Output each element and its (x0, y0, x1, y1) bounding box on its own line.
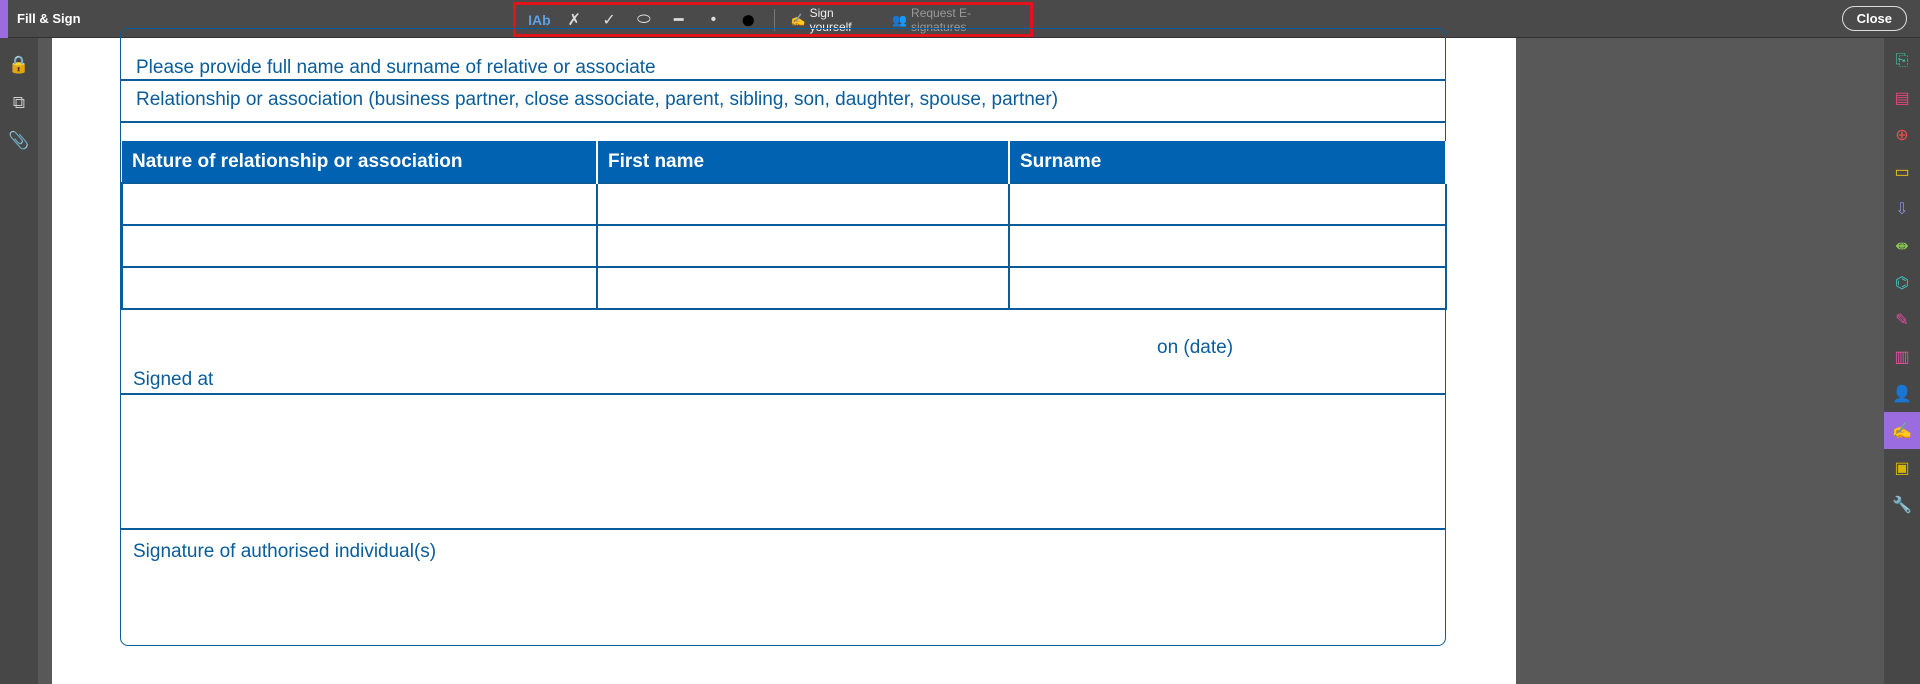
combine-files-icon[interactable]: ⇩ (1884, 190, 1920, 227)
table-row (121, 266, 1447, 310)
signed-at-label: Signed at (133, 369, 214, 390)
scan-icon[interactable]: ⌬ (1884, 264, 1920, 301)
edit-pdf-icon[interactable]: ✎ (1884, 301, 1920, 338)
form: Please provide full name and surname of … (120, 28, 1447, 646)
organize-pages-icon[interactable]: ▤ (1884, 79, 1920, 116)
table-cell[interactable] (121, 182, 598, 226)
signed-at-section[interactable]: Signed at on (date) (121, 309, 1445, 395)
more-tools-icon[interactable]: 🔧 (1884, 486, 1920, 523)
signature-label: Signature of authorised individual(s) (133, 541, 437, 562)
lock-icon[interactable]: 🔒 (0, 46, 38, 84)
table-cell[interactable] (121, 224, 598, 268)
table-cell[interactable] (596, 266, 1010, 310)
create-pdf-icon[interactable]: ⊕ (1884, 116, 1920, 153)
table-cell[interactable] (596, 182, 1010, 226)
table-cell[interactable] (1008, 182, 1447, 226)
people-sign-icon: 👥 (892, 12, 908, 27)
attachment-icon[interactable]: 📎 (0, 122, 38, 160)
left-sidebar: 🔒 ⧉ 📎 (0, 38, 38, 684)
column-header: First name (597, 141, 1010, 183)
form-icon[interactable]: ▥ (1884, 338, 1920, 375)
table-row (121, 224, 1447, 268)
accent-strip (0, 0, 8, 38)
table-cell[interactable] (596, 224, 1010, 268)
table-cell[interactable] (121, 266, 598, 310)
column-header: Surname (1009, 141, 1447, 183)
table-cell[interactable] (1008, 266, 1447, 310)
pages-icon[interactable]: ⧉ (0, 84, 38, 122)
document-page: Please provide full name and surname of … (52, 28, 1516, 684)
send-for-signature-icon[interactable]: 👤 (1884, 375, 1920, 412)
comment-icon[interactable]: ▭ (1884, 153, 1920, 190)
right-tools-panel: ⎘ ▤ ⊕ ▭ ⇩ ⇼ ⌬ ✎ ▥ 👤 ✍ ▣ 🔧 (1884, 38, 1920, 684)
fill-sign-icon[interactable]: ✍ (1884, 412, 1920, 449)
table-cell[interactable] (1008, 224, 1447, 268)
on-date-label: on (date) (1157, 337, 1234, 358)
full-name-prompt: Please provide full name and surname of … (121, 29, 1445, 81)
export-pdf-icon[interactable]: ⎘ (1884, 42, 1920, 79)
protect-icon[interactable]: ▣ (1884, 449, 1920, 486)
relationship-table: Nature of relationship or association Fir… (121, 141, 1447, 310)
app-title: Fill & Sign (17, 11, 81, 26)
close-button[interactable]: Close (1841, 6, 1907, 31)
relationship-prompt: Relationship or association (business pa… (121, 81, 1445, 123)
pen-icon: ✍ (790, 12, 806, 27)
compress-icon[interactable]: ⇼ (1884, 227, 1920, 264)
signature-area[interactable] (121, 395, 1445, 530)
table-row (121, 182, 1447, 226)
column-header: Nature of relationship or association (122, 141, 598, 183)
